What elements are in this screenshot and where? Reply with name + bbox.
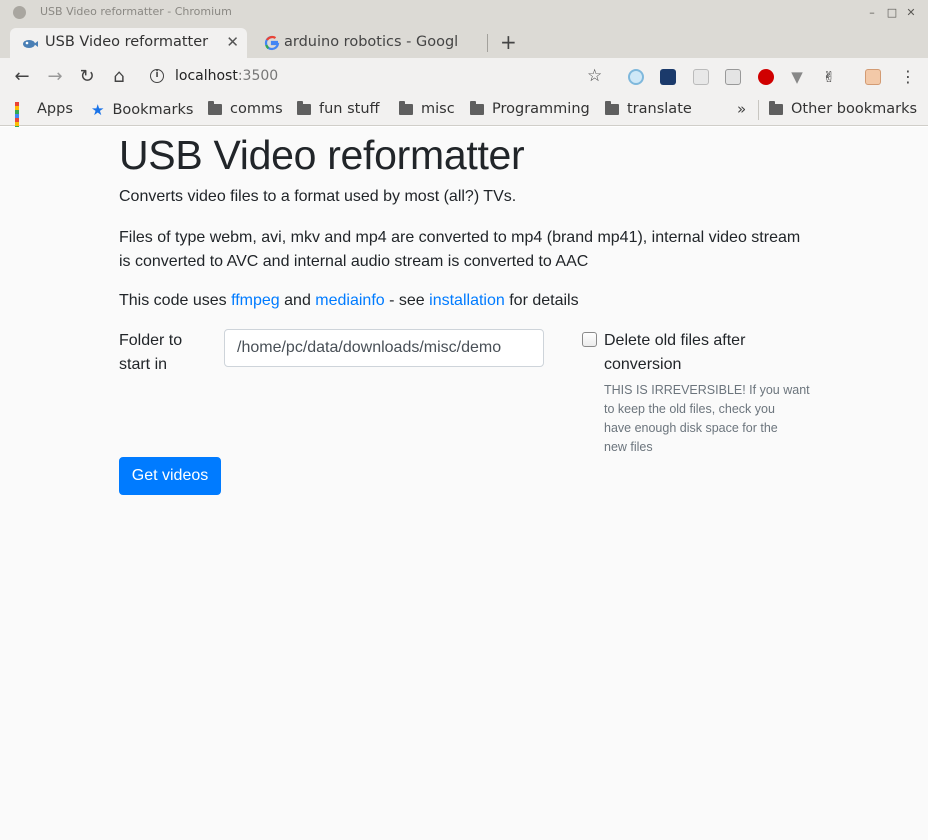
tab-separator (487, 34, 488, 52)
ublock-extension-icon[interactable] (758, 69, 774, 85)
forward-icon[interactable]: → (45, 67, 65, 87)
page-viewport: USB Video reformatter Converts video fil… (0, 127, 928, 840)
installation-link[interactable]: installation (429, 292, 505, 309)
apps-grid-icon (15, 102, 29, 138)
star-icon: ★ (91, 101, 105, 119)
delete-old-files-label[interactable]: Delete old files after conversion (604, 329, 804, 377)
address-bar[interactable]: i localhost:3500 ☆ (140, 62, 618, 92)
bookmark-folder-fun-stuff[interactable]: fun stuff (297, 100, 380, 121)
mediainfo-link[interactable]: mediainfo (315, 292, 384, 309)
google-favicon-icon (264, 35, 280, 51)
menu-icon[interactable]: ⋮ (900, 67, 916, 86)
bookmarks-bar: Apps ★ Bookmarks comms fun stuff misc Pro… (0, 96, 928, 138)
site-info-icon[interactable]: i (150, 69, 164, 83)
tab-label: USB Video reformatter (45, 34, 209, 50)
folder-icon (470, 100, 484, 115)
folder-icon (605, 100, 619, 115)
bookmark-folder-misc[interactable]: misc (399, 100, 455, 121)
bookmark-folder-translate[interactable]: translate (605, 100, 692, 121)
maximize-icon[interactable]: □ (886, 7, 898, 19)
bookmark-folder-programming[interactable]: Programming (470, 100, 590, 121)
new-tab-icon[interactable]: + (500, 30, 517, 54)
folder-icon (208, 100, 222, 115)
bookmarks-separator (758, 100, 759, 120)
window-titlebar: USB Video reformatter - Chromium – □ ✕ (0, 0, 928, 26)
browser-toolbar: ← → ↻ ⌂ i localhost:3500 ☆ ▼ ✌ ⋮ (0, 58, 928, 96)
page-title: USB Video reformatter (119, 132, 525, 178)
ffmpeg-link[interactable]: ffmpeg (231, 292, 280, 309)
chromium-icon (13, 6, 26, 19)
irreversible-warning: THIS IS IRREVERSIBLE! If you want to kee… (604, 383, 810, 454)
bookmark-apps[interactable]: Apps (15, 101, 73, 138)
window-title: USB Video reformatter - Chromium (40, 5, 232, 18)
url-text: localhost:3500 (175, 68, 279, 84)
bookmark-bookmarks[interactable]: ★ Bookmarks (91, 101, 193, 121)
tab-close-icon[interactable]: ✕ (226, 33, 239, 51)
tab-strip: USB Video reformatter ✕ arduino robotics… (0, 26, 928, 58)
reload-icon[interactable]: ↻ (77, 67, 97, 87)
vue-extension-icon[interactable]: ▼ (789, 69, 805, 85)
description-line-1: Files of type webm, avi, mkv and mp4 are… (119, 229, 801, 246)
minimize-icon[interactable]: – (866, 7, 878, 19)
extension-icon-3[interactable] (693, 69, 709, 85)
gimp-extension-icon[interactable]: ✌ (821, 69, 837, 85)
video-favicon-icon (23, 40, 38, 48)
extension-icon-1[interactable] (628, 69, 644, 85)
bookmarks-overflow-icon[interactable]: » (737, 100, 746, 118)
close-window-icon[interactable]: ✕ (905, 7, 917, 19)
description-line-2: is converted to AVC and internal audio s… (119, 253, 589, 270)
profile-avatar-icon[interactable] (865, 69, 881, 85)
bookmark-folder-other[interactable]: Other bookmarks (769, 100, 917, 121)
tab-label: arduino robotics - Google (284, 34, 457, 50)
home-icon[interactable]: ⌂ (109, 67, 129, 87)
folder-input[interactable] (224, 329, 544, 367)
extension-icon-4[interactable] (725, 69, 741, 85)
dependencies-text: This code uses ffmpeg and mediainfo - se… (119, 292, 579, 309)
get-videos-button[interactable]: Get videos (119, 457, 221, 495)
back-icon[interactable]: ← (12, 67, 32, 87)
folder-label: Folder to start in (119, 332, 183, 373)
folder-icon (297, 100, 311, 115)
bookmark-folder-comms[interactable]: comms (208, 100, 283, 121)
tab-usb-video-reformatter[interactable]: USB Video reformatter ✕ (10, 28, 247, 58)
analytics-extension-icon[interactable] (660, 69, 676, 85)
delete-old-files-checkbox[interactable] (582, 332, 597, 347)
tab-arduino-robotics[interactable]: arduino robotics - Google (252, 28, 488, 58)
bookmark-star-icon[interactable]: ☆ (587, 66, 602, 86)
folder-icon (399, 100, 413, 115)
folder-icon (769, 100, 783, 115)
intro-text: Converts video files to a format used by… (119, 188, 517, 205)
